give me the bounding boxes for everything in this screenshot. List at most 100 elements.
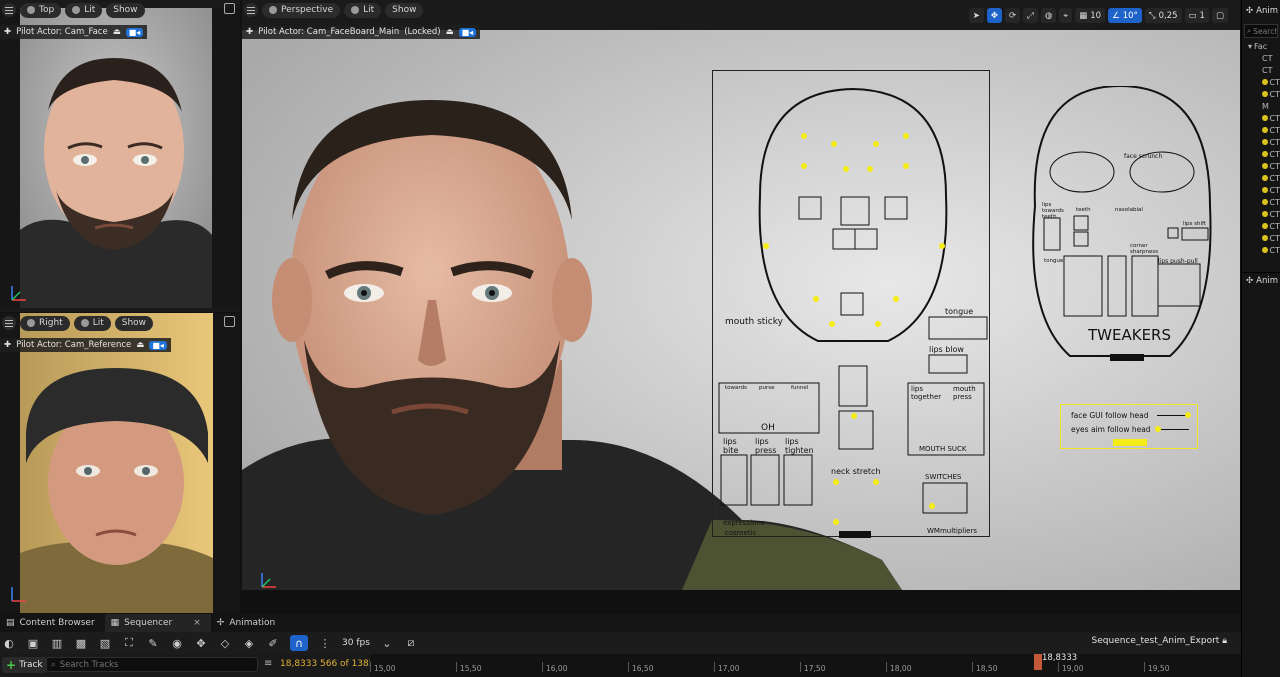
show-button[interactable]: Show <box>106 2 145 18</box>
outliner-item[interactable]: CT <box>1242 196 1280 208</box>
outliner-item[interactable]: CT <box>1242 64 1280 76</box>
view-mode-button[interactable]: Right <box>20 315 70 331</box>
outliner-item[interactable]: CT <box>1242 208 1280 220</box>
view-mode-button[interactable]: Perspective <box>262 2 341 18</box>
current-time[interactable]: 18,8333 <box>280 659 317 669</box>
camera-cut-icon[interactable]: ▧ <box>98 636 112 650</box>
world-icon[interactable]: ◐ <box>2 636 16 650</box>
timeline-ruler[interactable]: 15,00 15,50 16,00 16,50 17,00 17,50 18,0… <box>369 653 1241 677</box>
outliner-item[interactable]: CT <box>1242 124 1280 136</box>
lit-button[interactable]: Lit <box>344 2 382 18</box>
lit-label: Lit <box>84 5 96 15</box>
tab-content-browser[interactable]: ▤ Content Browser <box>0 614 105 632</box>
rotation-snap-button[interactable]: ∠ 10° <box>1108 8 1142 23</box>
show-button[interactable]: Show <box>385 2 424 18</box>
outliner-item[interactable]: CT <box>1242 220 1280 232</box>
show-button[interactable]: Show <box>114 315 154 331</box>
close-tab-icon[interactable]: × <box>193 618 201 628</box>
visibility-icon[interactable] <box>1262 91 1268 97</box>
view-options-icon[interactable]: ◉ <box>170 636 184 650</box>
snap-toggle-icon[interactable]: ∩ <box>290 635 308 651</box>
visibility-icon[interactable] <box>1262 127 1268 133</box>
outliner-item[interactable]: CT <box>1242 148 1280 160</box>
camera-speed-button[interactable]: ▭ 1 <box>1184 8 1209 23</box>
find-asset-icon[interactable]: ▥ <box>50 636 64 650</box>
camera-icon[interactable]: ■◂ <box>458 27 477 37</box>
interpolation-icon[interactable]: ◈ <box>242 636 256 650</box>
chevron-down-icon[interactable]: ⌄ <box>380 636 394 650</box>
settings-icon[interactable]: ⛶ <box>122 636 136 650</box>
playhead-handle[interactable] <box>1034 654 1042 670</box>
lock-icon[interactable]: 🔒︎ <box>1222 636 1227 646</box>
maximize-viewport-icon[interactable]: ▢ <box>1211 8 1228 23</box>
more-icon[interactable]: ⋮ <box>318 636 332 650</box>
filter-icon[interactable]: ✥ <box>194 636 208 650</box>
select-tool-icon[interactable]: ➤ <box>968 8 984 23</box>
camera-icon[interactable]: ■◂ <box>125 27 144 37</box>
outliner-item[interactable]: CT <box>1242 160 1280 172</box>
visibility-icon[interactable] <box>1262 187 1268 193</box>
outliner-item[interactable]: CT <box>1242 112 1280 124</box>
eject-icon[interactable]: ⏏ <box>113 27 121 37</box>
playback-options-icon[interactable]: ✎ <box>146 636 160 650</box>
time-tick: 16,00 <box>541 662 568 673</box>
outliner-root[interactable]: ▾ Fac <box>1242 40 1280 52</box>
eyes-aim-follow-slider[interactable] <box>1157 429 1189 430</box>
visibility-icon[interactable] <box>1262 139 1268 145</box>
filter-tracks-icon[interactable]: ≡ <box>264 658 272 669</box>
visibility-icon[interactable] <box>1262 163 1268 169</box>
viewport-perspective[interactable]: mouth sticky tongue lips blow towards pu… <box>242 0 1240 613</box>
search-tracks-input[interactable] <box>59 659 240 670</box>
outliner-item[interactable]: CT <box>1242 244 1280 256</box>
visibility-icon[interactable] <box>1262 235 1268 241</box>
hamburger-menu-icon[interactable] <box>2 316 16 330</box>
visibility-icon[interactable] <box>1262 199 1268 205</box>
visibility-icon[interactable] <box>1262 247 1268 253</box>
visibility-icon[interactable] <box>1262 211 1268 217</box>
visibility-icon[interactable] <box>1262 151 1268 157</box>
viewport-top[interactable]: Top Lit Show ✚ Pilot Actor: Cam_Face ⏏ ■… <box>0 0 240 312</box>
maximize-viewport-icon[interactable] <box>224 316 235 327</box>
rotate-tool-icon[interactable]: ⟳ <box>1005 8 1021 23</box>
frame-rate-selector[interactable]: 30 fps <box>342 638 370 648</box>
outliner-item[interactable]: CT <box>1242 52 1280 64</box>
world-local-icon[interactable]: ◍ <box>1040 8 1057 23</box>
view-mode-button[interactable]: Top <box>20 2 62 18</box>
hamburger-menu-icon[interactable] <box>2 3 16 17</box>
lit-button[interactable]: Lit <box>73 315 111 331</box>
outliner-item[interactable]: CT <box>1242 172 1280 184</box>
outliner-item[interactable]: CT <box>1242 232 1280 244</box>
viewport-right[interactable]: Right Lit Show ✚ Pilot Actor: Cam_Refere… <box>0 313 240 613</box>
outliner-item[interactable]: CT <box>1242 136 1280 148</box>
camera-icon[interactable]: ■◂ <box>149 340 167 350</box>
outliner-item[interactable]: CT <box>1242 184 1280 196</box>
visibility-icon[interactable] <box>1262 223 1268 229</box>
outliner-item[interactable]: M <box>1242 100 1280 112</box>
add-track-button[interactable]: + Track <box>2 657 47 673</box>
visibility-icon[interactable] <box>1262 79 1268 85</box>
tab-animation[interactable]: ✢ Animation <box>211 614 285 632</box>
eject-icon[interactable]: ⏏ <box>136 340 144 350</box>
save-icon[interactable]: ▣ <box>26 636 40 650</box>
key-icon[interactable]: ◇ <box>218 636 232 650</box>
outliner-item[interactable]: CT <box>1242 88 1280 100</box>
visibility-icon[interactable] <box>1262 115 1268 121</box>
face-gui-follow-handle[interactable] <box>1185 412 1191 418</box>
outliner-search[interactable]: ⌕ Search <box>1244 24 1278 38</box>
move-tool-icon[interactable]: ✥ <box>986 8 1003 23</box>
scale-snap-button[interactable]: ⤡ 0,25 <box>1144 8 1182 23</box>
maximize-viewport-icon[interactable] <box>224 3 235 14</box>
tab-sequencer[interactable]: ▦ Sequencer × <box>104 614 211 632</box>
visibility-icon[interactable] <box>1262 175 1268 181</box>
hamburger-menu-icon[interactable] <box>244 3 258 17</box>
edit-icon[interactable]: ✐ <box>266 636 280 650</box>
curve-editor-icon[interactable]: ⧄ <box>404 636 418 650</box>
outliner-item[interactable]: CT <box>1242 76 1280 88</box>
lit-button[interactable]: Lit <box>65 2 103 18</box>
scale-tool-icon[interactable]: ⤢ <box>1023 8 1038 23</box>
grid-snap-button[interactable]: ▦ 10 <box>1075 8 1106 23</box>
render-movie-icon[interactable]: ▩ <box>74 636 88 650</box>
eyes-aim-follow-handle[interactable] <box>1155 426 1161 432</box>
eject-icon[interactable]: ⏏ <box>446 27 454 37</box>
surface-snap-icon[interactable]: ⌖ <box>1059 8 1073 23</box>
